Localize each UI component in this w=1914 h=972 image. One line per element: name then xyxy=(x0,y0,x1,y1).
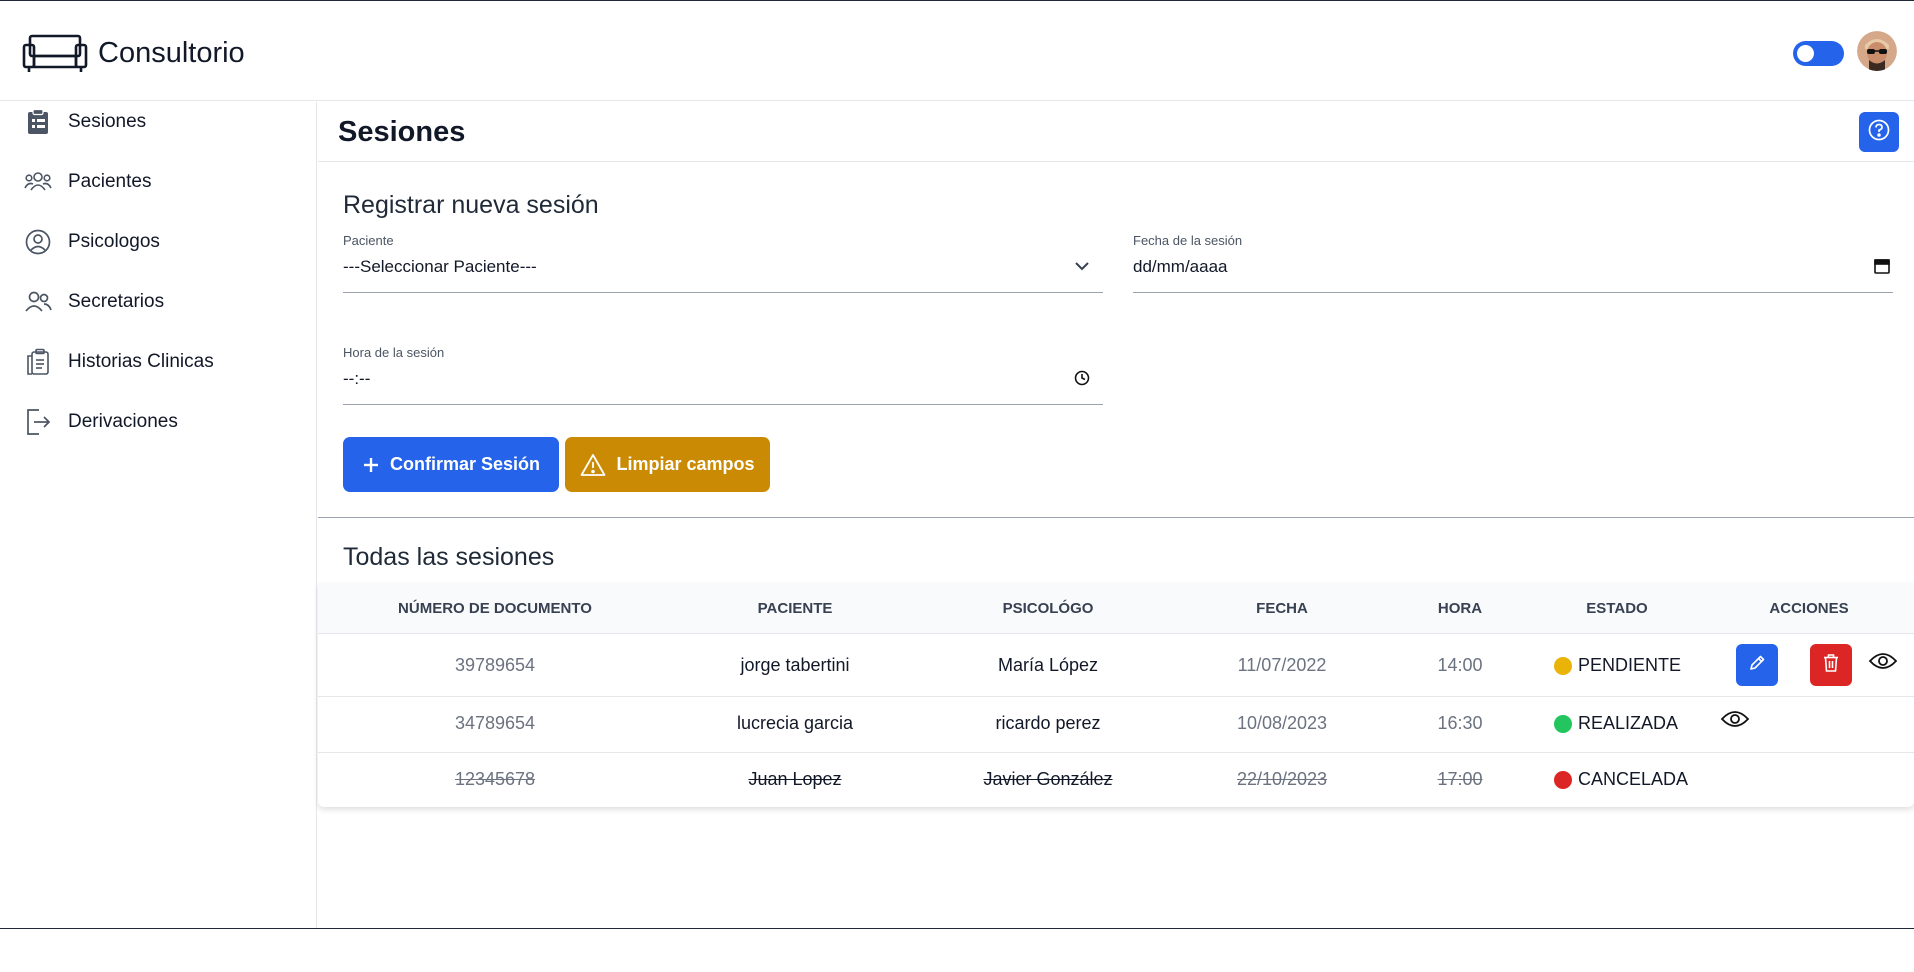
cell-psicologo: María López xyxy=(997,655,1099,675)
sidebar-item-psicologos[interactable]: Psicologos xyxy=(24,222,304,262)
status-badge: REALIZADA xyxy=(1554,713,1678,734)
trash-icon xyxy=(1822,653,1840,678)
cell-psicologo: ricardo perez xyxy=(995,713,1101,733)
sidebar-item-historias-clinicas[interactable]: Historias Clinicas xyxy=(24,342,304,382)
cell-fecha: 10/08/2023 xyxy=(1236,713,1328,733)
status-cancelled-dot xyxy=(1554,770,1572,789)
view-button[interactable] xyxy=(1720,708,1750,730)
logout-icon xyxy=(24,408,52,436)
table-row: 12345678 Juan Lopez Javier González 22/1… xyxy=(318,752,1914,807)
table-row: 39789654 jorge tabertini María López 11/… xyxy=(318,633,1914,696)
main-title-bar: Sesiones xyxy=(318,102,1914,162)
column-header: Psicológo xyxy=(1002,600,1094,617)
sessions-table: Número de documento Paciente Psicológo F… xyxy=(318,583,1914,807)
cell-paciente: jorge tabertini xyxy=(740,655,850,675)
theme-toggle[interactable] xyxy=(1793,41,1844,66)
sidebar-item-derivaciones[interactable]: Derivaciones xyxy=(24,402,304,442)
toggle-knob xyxy=(1797,45,1814,62)
status-pending-dot xyxy=(1554,656,1572,675)
calendar-icon[interactable] xyxy=(1873,257,1891,275)
cell-hora: 16:30 xyxy=(1437,713,1483,733)
column-header: Número de documento xyxy=(398,600,592,617)
time-field[interactable]: Hora de la sesión --:-- xyxy=(343,345,1103,405)
sidebar-item-label: Historias Clinicas xyxy=(68,351,214,372)
confirm-session-button[interactable]: Confirmar Sesión xyxy=(343,437,559,492)
date-label: Fecha de la sesión xyxy=(1133,233,1243,248)
column-header: Fecha xyxy=(1256,600,1308,617)
sidebar-item-pacientes[interactable]: Pacientes xyxy=(24,162,304,202)
help-button[interactable] xyxy=(1859,112,1899,152)
time-value: --:-- xyxy=(343,369,371,388)
cell-fecha: 22/10/2023 xyxy=(1236,769,1328,789)
user-avatar[interactable] xyxy=(1857,31,1897,71)
table-row: 34789654 lucrecia garcia ricardo perez 1… xyxy=(318,696,1914,752)
delete-button[interactable] xyxy=(1810,644,1852,686)
column-header: Acciones xyxy=(1769,600,1849,617)
clipboard-list-icon xyxy=(24,108,52,136)
cell-fecha: 11/07/2022 xyxy=(1237,655,1327,675)
eye-icon xyxy=(1720,711,1750,734)
sidebar-item-secretarios[interactable]: Secretarios xyxy=(24,282,304,322)
clear-fields-label: Limpiar campos xyxy=(616,454,755,474)
status-badge: CANCELADA xyxy=(1554,769,1688,790)
app-header: Consultorio xyxy=(0,1,1914,101)
cell-hora: 17:00 xyxy=(1437,769,1483,789)
clock-icon[interactable] xyxy=(1073,369,1091,387)
date-value: dd/mm/aaaa xyxy=(1133,257,1228,276)
date-field[interactable]: Fecha de la sesión dd/mm/aaaa xyxy=(1133,233,1893,293)
cell-documento: 12345678 xyxy=(454,769,536,789)
time-label: Hora de la sesión xyxy=(343,345,445,360)
users-icon xyxy=(24,288,52,316)
sidebar-item-label: Pacientes xyxy=(68,171,152,192)
sidebar: Sesiones Pacientes Psicologos Secretario… xyxy=(0,102,317,928)
cell-documento: 39789654 xyxy=(454,655,536,675)
user-circle-icon xyxy=(24,228,52,256)
cell-hora: 14:00 xyxy=(1437,655,1483,675)
eye-icon xyxy=(1868,653,1898,676)
column-header: Hora xyxy=(1437,600,1483,617)
brand-name: Consultorio xyxy=(98,36,245,69)
cell-paciente: Juan Lopez xyxy=(748,769,842,789)
table-header: Número de documento Paciente Psicológo F… xyxy=(318,583,1914,633)
view-button[interactable] xyxy=(1868,650,1898,672)
clipboard-copy-icon xyxy=(24,348,52,376)
cell-psicologo: Javier González xyxy=(983,769,1113,789)
brand[interactable]: Consultorio xyxy=(22,33,245,73)
form-title: Registrar nueva sesión xyxy=(343,191,599,219)
status-label: CANCELADA xyxy=(1578,769,1689,789)
sidebar-item-sesiones[interactable]: Sesiones xyxy=(24,102,304,142)
clear-fields-button[interactable]: Limpiar campos xyxy=(565,437,770,492)
sofa-icon xyxy=(22,33,88,73)
plus-icon xyxy=(362,456,380,474)
cell-paciente: lucrecia garcia xyxy=(736,713,854,733)
edit-button[interactable] xyxy=(1736,644,1778,686)
cell-documento: 34789654 xyxy=(454,713,536,733)
sidebar-item-label: Derivaciones xyxy=(68,411,178,432)
status-label: REALIZADA xyxy=(1578,713,1679,733)
column-header: Estado xyxy=(1586,600,1648,617)
patient-label: Paciente xyxy=(343,233,394,248)
status-done-dot xyxy=(1554,714,1572,733)
confirm-session-label: Confirmar Sesión xyxy=(389,454,541,474)
patient-value: ---Seleccionar Paciente--- xyxy=(343,257,537,276)
sidebar-item-label: Secretarios xyxy=(68,291,165,312)
table-title: Todas las sesiones xyxy=(343,543,555,571)
bottom-border xyxy=(0,928,1914,929)
users-group-icon xyxy=(24,168,52,196)
section-divider xyxy=(318,517,1914,518)
status-label: PENDIENTE xyxy=(1578,655,1682,675)
sidebar-item-label: Psicologos xyxy=(68,231,160,252)
chevron-down-icon xyxy=(1073,257,1091,275)
column-header: Paciente xyxy=(757,600,833,617)
page-title: Sesiones xyxy=(338,116,466,148)
patient-select[interactable]: Paciente ---Seleccionar Paciente--- xyxy=(343,233,1103,293)
question-circle-icon xyxy=(1868,119,1890,146)
warning-icon xyxy=(580,453,606,477)
sidebar-item-label: Sesiones xyxy=(68,111,147,132)
status-badge: PENDIENTE xyxy=(1554,655,1681,676)
pencil-icon xyxy=(1748,654,1766,677)
